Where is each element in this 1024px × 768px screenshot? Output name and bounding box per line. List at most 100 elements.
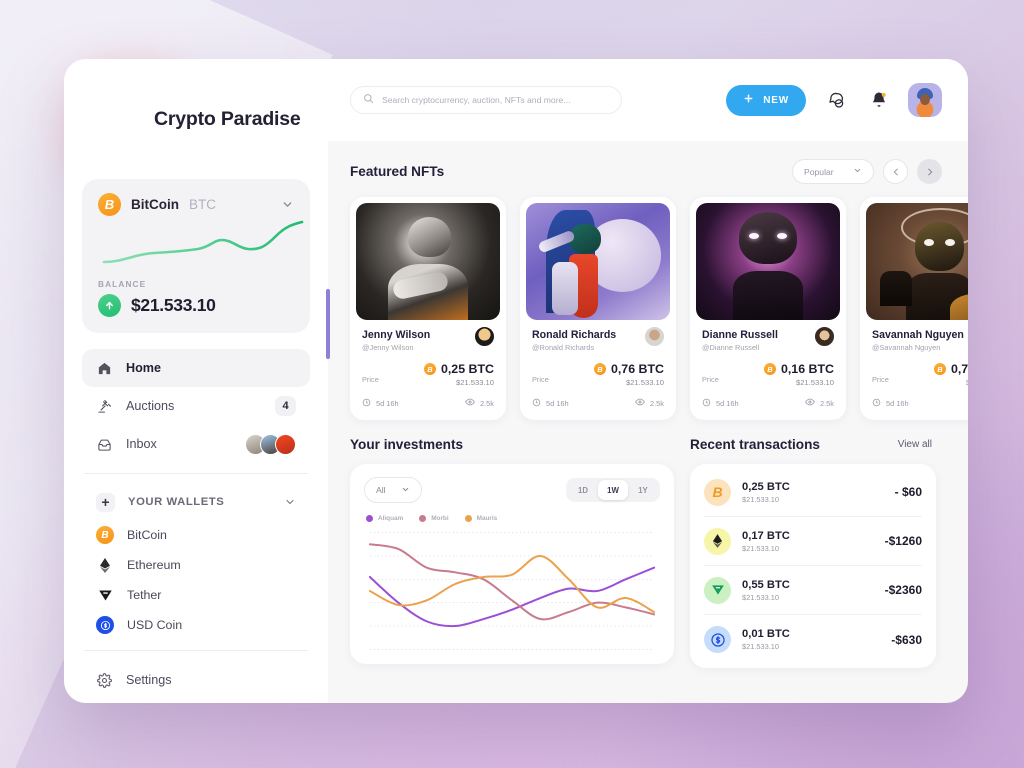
transaction-usd: $21.533.10 [742,592,779,602]
range-button-1y[interactable]: 1Y [628,480,658,500]
chevron-down-icon[interactable] [284,496,296,508]
nft-artwork [696,203,840,320]
clock-icon [362,398,371,409]
plus-icon[interactable]: + [96,492,115,512]
user-avatar[interactable] [908,83,942,117]
usdcoin-icon [704,626,731,653]
price-label: Price [702,375,719,384]
nft-price-values: B 0,76 BTC $21.533.10 [593,362,664,387]
legend-label: Aliquam [378,515,404,522]
recent-header: Recent transactions View all [690,437,936,452]
nft-card[interactable]: Jenny Wilson @Jenny Wilson Price B 0,25 … [350,197,506,420]
transaction-amount: 0,25 BTC [742,480,790,493]
range-button-1w[interactable]: 1W [598,480,628,500]
wallet-item-usdcoin[interactable]: USD Coin [82,610,310,640]
chevron-down-icon [401,485,410,496]
search-input[interactable] [382,95,609,105]
sidebar-item-settings[interactable]: Settings [82,661,310,699]
bitcoin-icon: B [593,363,606,375]
ethereum-icon [704,527,731,555]
price-label: Price [362,375,379,384]
investments-filter-select[interactable]: All [364,477,422,503]
price-label: Price [872,375,889,384]
usdcoin-icon [96,616,114,634]
wallets-section-header[interactable]: + YOUR WALLETS [82,484,310,520]
transactions-list: B 0,25 BTC $21.533.10 - $60 0,17 BTC $21… [690,464,936,668]
bell-icon[interactable] [864,85,894,115]
nft-card[interactable]: Dianne Russell @Dianne Russell Price B 0… [690,197,846,420]
nft-price-btc: 0,76 BTC [610,362,664,376]
avatar [275,433,296,455]
carousel-prev-button[interactable] [883,159,908,184]
view-all-link[interactable]: View all [898,439,932,450]
home-icon [96,360,113,377]
wallet-item-ethereum[interactable]: Ethereum [82,550,310,580]
sidebar-item-inbox[interactable]: Inbox [82,425,310,463]
nft-meta-row: 5d 16h 2.5k [362,397,494,409]
clock-icon [532,398,541,409]
nft-handle: @Ronald Richards [532,343,595,352]
app-window: Crypto Paradise B BitCoin BTC BALANCE $2… [64,59,968,703]
nft-time: 5d 16h [702,398,739,409]
bitcoin-icon: B [704,478,731,506]
list-item[interactable]: 0,55 BTC $21.533.10 -$2360 [704,566,922,615]
recent-transactions-section: Recent transactions View all B 0,25 BTC … [690,437,936,668]
wallet-item-tether[interactable]: Tether [82,580,310,610]
nft-card[interactable]: Savannah Nguyen @Savannah Nguyen Price B… [860,197,968,420]
list-item[interactable]: 0,01 BTC $21.533.10 -$630 [704,615,922,664]
balance-card[interactable]: B BitCoin BTC BALANCE $21.533.10 [82,179,310,333]
avatar [473,325,496,348]
nft-card[interactable]: Ronald Richards @Ronald Richards Price B… [520,197,676,420]
investments-filter-value: All [376,485,386,495]
nft-price-main: B 0,16 BTC [763,362,834,376]
bitcoin-icon: B [98,193,121,216]
sidebar-item-label: Auctions [126,399,175,413]
nft-card-body: Savannah Nguyen @Savannah Nguyen Price B… [866,320,968,420]
transaction-value: -$2360 [884,583,922,597]
balance-coin-name: BitCoin [131,197,179,212]
chevron-down-icon[interactable] [281,198,294,211]
investments-section: Your investments All 1D 1W 1Y Aliquam Mo… [350,437,674,668]
legend-label: Morbi [431,515,449,522]
nft-meta-row: 5d 16h 2.5k [532,397,664,409]
wallet-item-bitcoin[interactable]: B BitCoin [82,520,310,550]
balance-value-row: $21.533.10 [98,294,294,317]
balance-label: BALANCE [98,279,147,289]
nft-price-btc: 0,16 BTC [780,362,834,376]
balance-sparkline [102,220,304,264]
bitcoin-icon: B [763,363,776,375]
eye-icon [635,397,645,409]
chart-canvas [364,532,660,650]
lower-section: Your investments All 1D 1W 1Y Aliquam Mo… [350,437,968,668]
sidebar-item-home[interactable]: Home [82,349,310,387]
transaction-amount: 0,17 BTC [742,529,790,542]
transaction-value: -$630 [891,632,922,647]
bitcoin-icon: B [933,363,946,375]
nft-price-row: Price B 0,25 BTC $21.533.10 [362,362,494,387]
list-item[interactable]: 0,17 BTC $21.533.10 -$1260 [704,517,922,566]
nft-price-row: Price B 0,75 BTC $21.533.10 [872,362,968,387]
nft-card-body: Jenny Wilson @Jenny Wilson Price B 0,25 … [356,320,500,420]
balance-coin-ticker: BTC [189,197,216,212]
scrollbar-thumb[interactable] [326,289,330,359]
sidebar-item-help[interactable]: i Help & FAQ [82,699,310,703]
sort-select[interactable]: Popular [792,159,874,184]
transaction-usd: $21.533.10 [742,642,779,651]
wallet-label: Ethereum [127,558,181,572]
new-button[interactable]: NEW [726,84,806,116]
clock-icon [702,398,711,409]
legend-swatch [419,515,427,522]
nft-time-label: 5d 16h [716,398,739,408]
search-bar[interactable] [350,86,622,114]
range-button-1d[interactable]: 1D [568,480,598,500]
chat-bubbles-icon[interactable] [820,85,850,115]
sidebar-item-auctions[interactable]: Auctions 4 [82,387,310,425]
nft-views-label: 2.5k [820,398,834,408]
nft-time-label: 5d 16h [546,398,569,408]
search-icon [363,91,374,109]
nft-handle: @Dianne Russell [702,343,760,352]
list-item[interactable]: B 0,25 BTC $21.533.10 - $60 [704,468,922,517]
carousel-next-button[interactable] [917,159,942,184]
nft-views: 2.5k [805,397,834,409]
range-segmented-control: 1D 1W 1Y [566,478,660,502]
